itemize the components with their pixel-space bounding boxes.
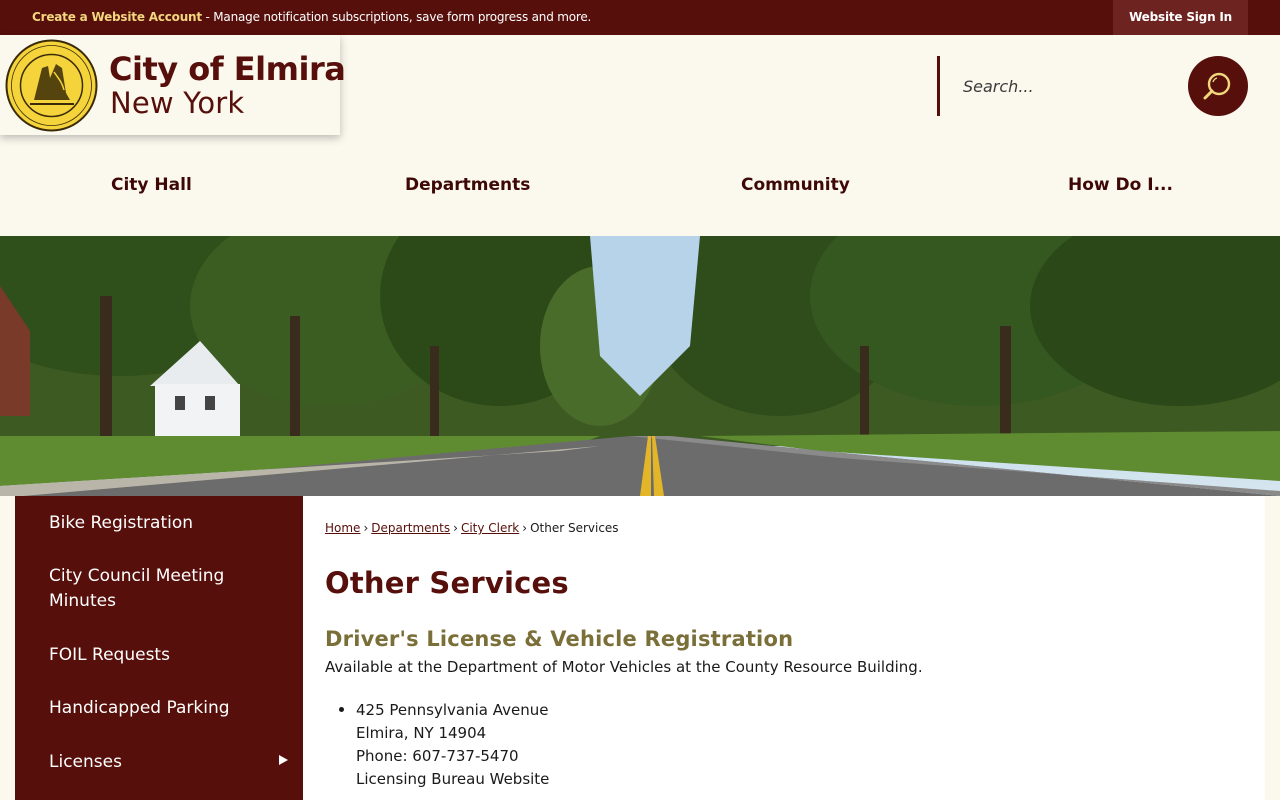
search-divider — [937, 56, 940, 116]
create-account-link[interactable]: Create a Website Account — [32, 10, 202, 24]
logo-city-name: City of Elmira — [109, 50, 346, 88]
search-input[interactable] — [950, 66, 1170, 106]
main-content: Home › Departments › City Clerk › Other Servic… — [303, 496, 1265, 800]
list-bullet — [339, 707, 344, 712]
search-button[interactable] — [1188, 56, 1248, 116]
sidebar-item-licenses[interactable]: Licenses — [49, 750, 289, 775]
account-message-text: - Manage notification subscriptions, sav… — [201, 10, 592, 24]
breadcrumb-separator: › — [363, 521, 369, 535]
sidebar-nav: Bike Registration City Council Meeting M… — [15, 496, 303, 800]
section-title: Driver's License & Vehicle Registration — [325, 627, 794, 651]
breadcrumb-departments[interactable]: Departments — [371, 521, 450, 535]
breadcrumb-city-clerk[interactable]: City Clerk — [461, 521, 519, 535]
city-seal-icon — [5, 39, 98, 132]
sidebar-item-handicapped-parking[interactable]: Handicapped Parking — [49, 696, 289, 721]
sidebar-item-foil-requests[interactable]: FOIL Requests — [49, 643, 289, 668]
sign-in-button[interactable]: Website Sign In — [1113, 0, 1248, 35]
breadcrumb-separator: › — [453, 521, 458, 535]
submenu-arrow-icon[interactable] — [277, 754, 289, 766]
address-street: 425 Pennsylvania Avenue — [356, 701, 549, 719]
nav-community[interactable]: Community — [741, 175, 850, 195]
sidebar-item-city-council-minutes[interactable]: City Council Meeting Minutes — [49, 564, 249, 614]
logo-state-name: New York — [110, 86, 245, 120]
breadcrumb: Home › Departments › City Clerk › Other Servic… — [325, 521, 619, 535]
hero-banner-image — [0, 236, 1280, 496]
account-message: Create a Website Account - Manage notifi… — [32, 10, 591, 24]
site-logo[interactable]: City of Elmira New York — [0, 35, 346, 135]
nav-how-do-i[interactable]: How Do I... — [1068, 175, 1173, 195]
address-phone: Phone: 607-737-5470 — [356, 747, 519, 765]
breadcrumb-current: Other Services — [530, 521, 619, 535]
top-bar: Create a Website Account - Manage notifi… — [0, 0, 1280, 35]
search-icon — [1203, 72, 1231, 100]
licensing-bureau-link[interactable]: Licensing Bureau Website — [356, 770, 549, 788]
nav-city-hall[interactable]: City Hall — [111, 175, 192, 195]
nav-departments[interactable]: Departments — [405, 175, 530, 195]
address-city: Elmira, NY 14904 — [356, 724, 487, 742]
breadcrumb-home[interactable]: Home — [325, 521, 360, 535]
breadcrumb-separator: › — [522, 521, 528, 535]
page-title: Other Services — [325, 566, 569, 600]
sidebar-item-bike-registration[interactable]: Bike Registration — [49, 511, 289, 536]
section-description: Available at the Department of Motor Veh… — [325, 658, 923, 676]
